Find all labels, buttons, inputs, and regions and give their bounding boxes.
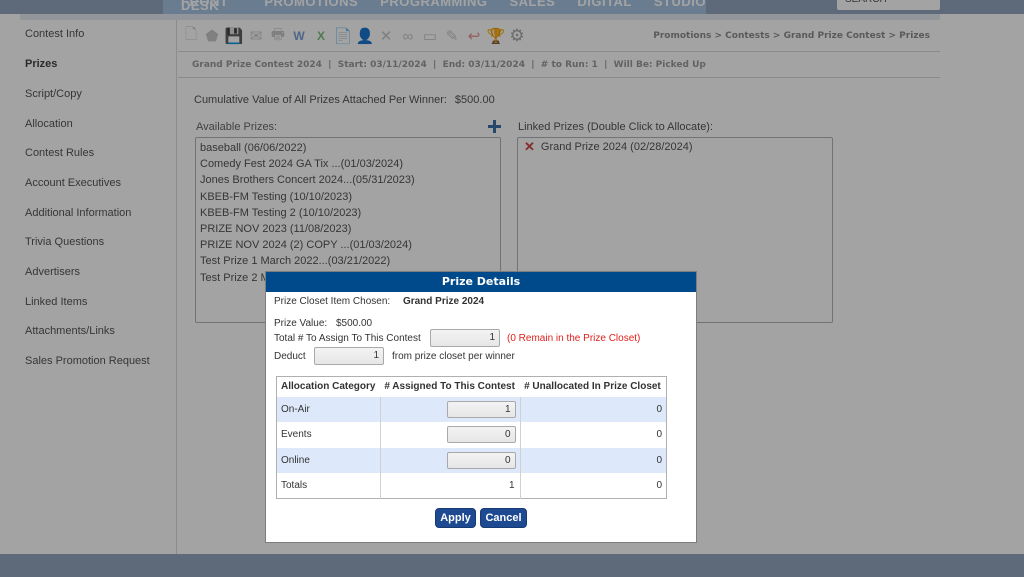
assigned-cell: 1 bbox=[379, 396, 521, 422]
prize-value-row: Prize Value: $500.00 bbox=[274, 318, 372, 329]
assigned-input-online[interactable]: 0 bbox=[446, 451, 516, 469]
table-row: On-Air 1 0 bbox=[276, 396, 667, 422]
closet-item-label: Prize Closet Item Chosen: bbox=[274, 296, 391, 307]
category-cell: On-Air bbox=[276, 396, 381, 422]
unallocated-cell: 0 bbox=[519, 422, 667, 448]
allocation-table: Allocation Category # Assigned To This C… bbox=[276, 376, 667, 499]
total-assign-input[interactable]: 1 bbox=[430, 329, 500, 347]
category-cell: Online bbox=[276, 447, 381, 473]
deduct-suffix: from prize closet per winner bbox=[392, 351, 515, 362]
assigned-cell: 0 bbox=[379, 447, 521, 473]
remain-note: (0 Remain in the Prize Closet) bbox=[507, 333, 641, 344]
total-assign-label: Total # To Assign To This Contest bbox=[274, 333, 421, 344]
prize-value-label: Prize Value: bbox=[274, 318, 328, 329]
dialog-title: Prize Details bbox=[266, 272, 696, 292]
totals-label: Totals bbox=[281, 480, 308, 491]
unallocated-cell: 0 bbox=[519, 396, 667, 422]
assigned-cell: 0 bbox=[379, 422, 521, 448]
totals-row: Totals 1 0 bbox=[277, 473, 667, 499]
header-assigned: # Assigned To This Contest bbox=[384, 381, 515, 393]
deduct-label: Deduct bbox=[274, 351, 306, 362]
table-row: Events 0 0 bbox=[277, 422, 667, 448]
table-header-row: Allocation Category # Assigned To This C… bbox=[277, 377, 667, 397]
prize-value: $500.00 bbox=[335, 318, 373, 329]
totals-assigned: 1 bbox=[379, 473, 521, 499]
closet-item-value: Grand Prize 2024 bbox=[402, 296, 485, 307]
prize-details-dialog: Prize Details Prize Closet Item Chosen: … bbox=[265, 271, 697, 543]
assigned-input-events[interactable]: 0 bbox=[446, 426, 516, 444]
assigned-input-on-air[interactable]: 1 bbox=[446, 400, 516, 418]
closet-item-row: Prize Closet Item Chosen: Grand Prize 20… bbox=[274, 296, 484, 307]
header-allocation-category: Allocation Category bbox=[281, 381, 376, 393]
unallocated-cell: 0 bbox=[519, 447, 667, 473]
table-row: Online 0 0 bbox=[276, 447, 667, 473]
deduct-input[interactable]: 1 bbox=[314, 347, 384, 365]
apply-button[interactable]: Apply bbox=[435, 508, 476, 528]
category-cell: Events bbox=[281, 429, 312, 441]
cancel-button[interactable]: Cancel bbox=[480, 508, 527, 528]
totals-unallocated: 0 bbox=[519, 473, 667, 499]
header-unallocated: # Unallocated In Prize Closet bbox=[524, 381, 661, 393]
